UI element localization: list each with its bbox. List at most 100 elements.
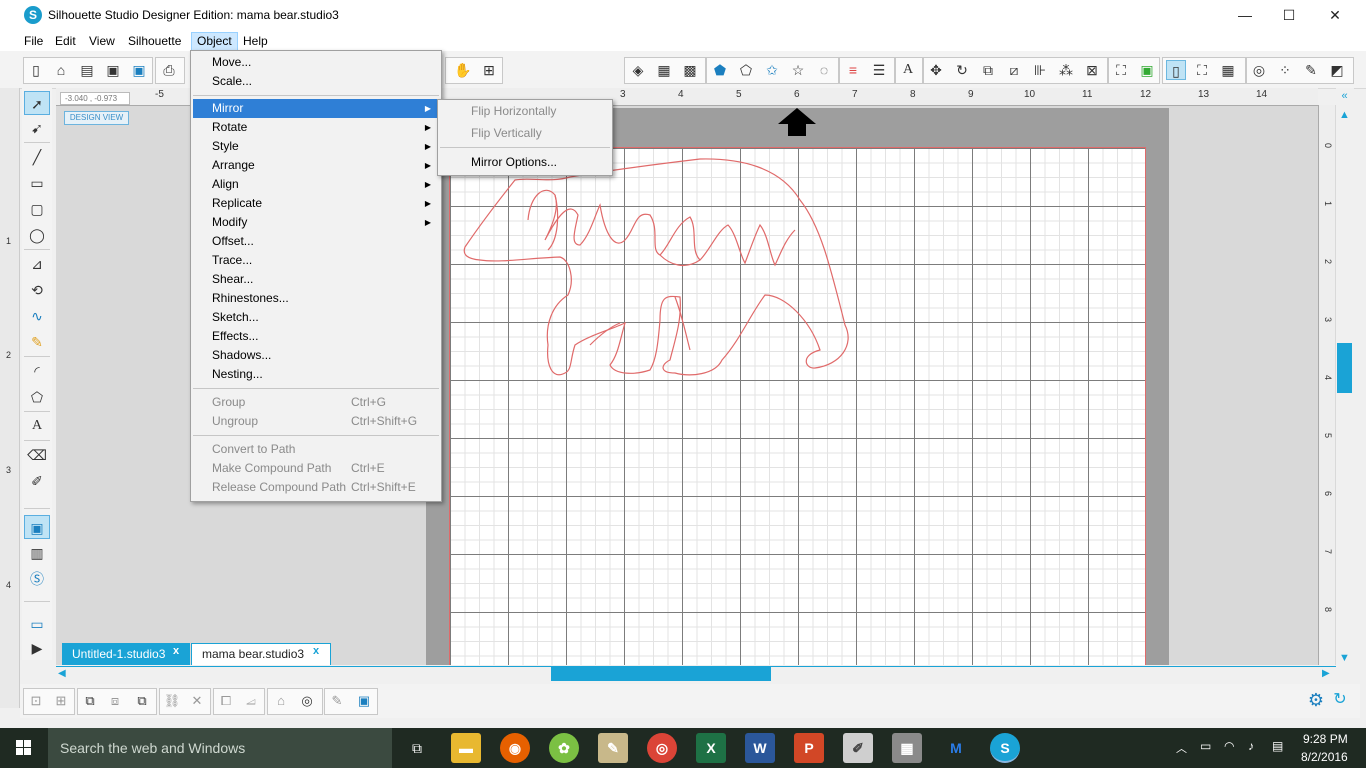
menu-item-release-compound-path[interactable]: Release Compound Path Ctrl+Shift+E [212,478,440,497]
registration-icon[interactable]: ⛶ [1192,60,1212,80]
play-icon[interactable]: ▶ [24,636,50,660]
pattern-icon[interactable]: ▩ [680,60,700,80]
transform-icon[interactable]: ✥ [926,60,946,80]
modify-icon[interactable]: ⊠ [1082,60,1102,80]
knife-tool-icon[interactable]: ✐ [24,469,50,493]
menu-item-make-compound-path[interactable]: Make Compound Path Ctrl+E [212,459,440,478]
tab-mama-bear[interactable]: mama bear.studio3 [191,643,331,665]
task-view-icon[interactable]: ⧉ [402,733,432,763]
menu-item-style[interactable]: Style ▶ [212,137,440,156]
menu-item-flip-horizontally[interactable]: Flip Horizontally [471,102,556,121]
menu-item-align[interactable]: Align ▶ [212,175,440,194]
minimize-button[interactable]: — [1222,0,1268,31]
refresh-icon[interactable]: ↻ [1330,690,1350,710]
smooth-freehand-icon[interactable]: ✎ [24,330,50,354]
scroll-up-icon[interactable]: ▲ [1337,108,1352,123]
menu-view[interactable]: View [84,32,120,51]
regular-polygon-icon[interactable]: ⬠ [24,385,50,409]
line-tool-icon[interactable]: ╱ [24,145,50,169]
sketch-icon[interactable]: ◎ [1249,60,1269,80]
mama-bear-design[interactable] [460,155,860,380]
text-style-icon[interactable]: A [898,60,918,80]
picasa-icon[interactable]: ✿ [549,733,579,763]
menu-item-modify[interactable]: Modify ▶ [212,213,440,232]
shape-outline-icon[interactable]: ◌ [814,60,834,80]
copy-icon[interactable]: ⧈ [105,692,125,710]
vertical-scroll-thumb[interactable] [1337,343,1352,393]
arc-tool-icon[interactable]: ◜ [24,359,50,383]
print-icon[interactable]: ⎙ [159,60,179,80]
offset-icon[interactable]: ▣ [1137,60,1157,80]
weld-icon[interactable]: ⛓ [162,692,182,710]
text-tool-icon[interactable]: A [24,414,50,438]
menu-item-ungroup[interactable]: Ungroup Ctrl+Shift+G [212,412,440,431]
calculator-icon[interactable]: ▦ [892,733,922,763]
brush-icon[interactable]: ✎ [327,692,347,710]
fit-to-page-icon[interactable]: ⊞ [479,60,499,80]
make-compound-icon[interactable]: ⧠ [216,692,236,710]
menu-item-move[interactable]: Move... [212,53,440,72]
select-tool-icon[interactable]: ➚ [24,91,50,115]
edit-points-icon[interactable]: ➹ [24,116,50,140]
select-all-icon[interactable]: ⧉ [80,692,100,710]
menu-item-shear[interactable]: Shear... [212,270,440,289]
menu-item-convert-to-path[interactable]: Convert to Path [212,440,440,459]
trace-icon[interactable]: ⛶ [1111,60,1131,80]
rhinestone-icon[interactable]: ⁘ [1275,60,1295,80]
spiral-icon[interactable]: ◎ [297,692,317,710]
firefox-icon[interactable]: ◉ [500,733,530,763]
delete-icon[interactable]: ✕ [187,692,207,710]
tab-untitled-1[interactable]: Untitled-1.studio3 [62,643,190,665]
menu-help[interactable]: Help [238,32,273,51]
design-view-icon[interactable]: ▣ [24,515,50,539]
rectangle-tool-icon[interactable]: ▭ [24,171,50,195]
polygon-fill-icon[interactable]: ⬟ [710,60,730,80]
shear-icon[interactable]: ⧄ [1004,60,1024,80]
library-view-icon[interactable]: ▥ [24,541,50,565]
menu-object[interactable]: Object [191,32,238,51]
close-window-button[interactable]: ✕ [1312,0,1358,31]
star-outline-icon[interactable]: ☆ [788,60,808,80]
horizontal-scroll-thumb[interactable] [551,667,771,681]
replicate-icon[interactable]: ⁂ [1056,60,1076,80]
menu-item-rotate[interactable]: Rotate ▶ [212,118,440,137]
ellipse-tool-icon[interactable]: ◯ [24,223,50,247]
menu-item-effects[interactable]: Effects... [212,327,440,346]
silhouette-store-icon[interactable]: Ⓢ [24,567,50,591]
silhouette-studio-icon[interactable]: S [990,733,1020,763]
taskbar-search-input[interactable]: Search the web and Windows [48,728,392,768]
scale-icon[interactable]: ⧉ [978,60,998,80]
scroll-right-icon[interactable]: ▶ [1322,667,1334,681]
action-center-icon[interactable]: ▤ [1272,739,1283,753]
save-to-library-icon[interactable]: ▣ [129,60,149,80]
menu-item-shadows[interactable]: Shadows... [212,346,440,365]
menu-item-replicate[interactable]: Replicate ▶ [212,194,440,213]
line-color-icon[interactable]: ≡ [843,60,863,80]
menu-item-mirror-options[interactable]: Mirror Options... [471,153,557,172]
menu-silhouette[interactable]: Silhouette [123,32,186,51]
save-icon[interactable]: ▣ [103,60,123,80]
file-explorer-icon[interactable]: ▬ [451,733,481,763]
menu-item-sketch[interactable]: Sketch... [212,308,440,327]
menu-item-nesting[interactable]: Nesting... [212,365,440,384]
close-tab-icon[interactable]: x [173,645,179,657]
menu-edit[interactable]: Edit [50,32,81,51]
menu-item-scale[interactable]: Scale... [212,72,440,91]
pan-icon[interactable]: ✋ [453,60,473,80]
align-icon[interactable]: ⊪ [1030,60,1050,80]
cut-settings-icon[interactable]: ◩ [1327,60,1347,80]
menu-file[interactable]: File [19,32,48,51]
menu-item-trace[interactable]: Trace... [212,251,440,270]
freehand-tool-icon[interactable]: ∿ [24,304,50,328]
notepad-icon[interactable]: ✎ [598,733,628,763]
chrome-icon[interactable]: ◎ [647,733,677,763]
polygon-tool-icon[interactable]: ⊿ [24,252,50,276]
curve-tool-icon[interactable]: ⟲ [24,278,50,302]
show-hidden-icons-icon[interactable]: ︿ [1176,740,1187,756]
rounded-rectangle-icon[interactable]: ▢ [24,197,50,221]
battery-icon[interactable]: ▭ [1200,739,1211,753]
grid-icon[interactable]: ▦ [1218,60,1238,80]
rotate-icon[interactable]: ↻ [952,60,972,80]
menu-item-rhinestones[interactable]: Rhinestones... [212,289,440,308]
maximize-button[interactable]: ☐ [1266,0,1312,31]
